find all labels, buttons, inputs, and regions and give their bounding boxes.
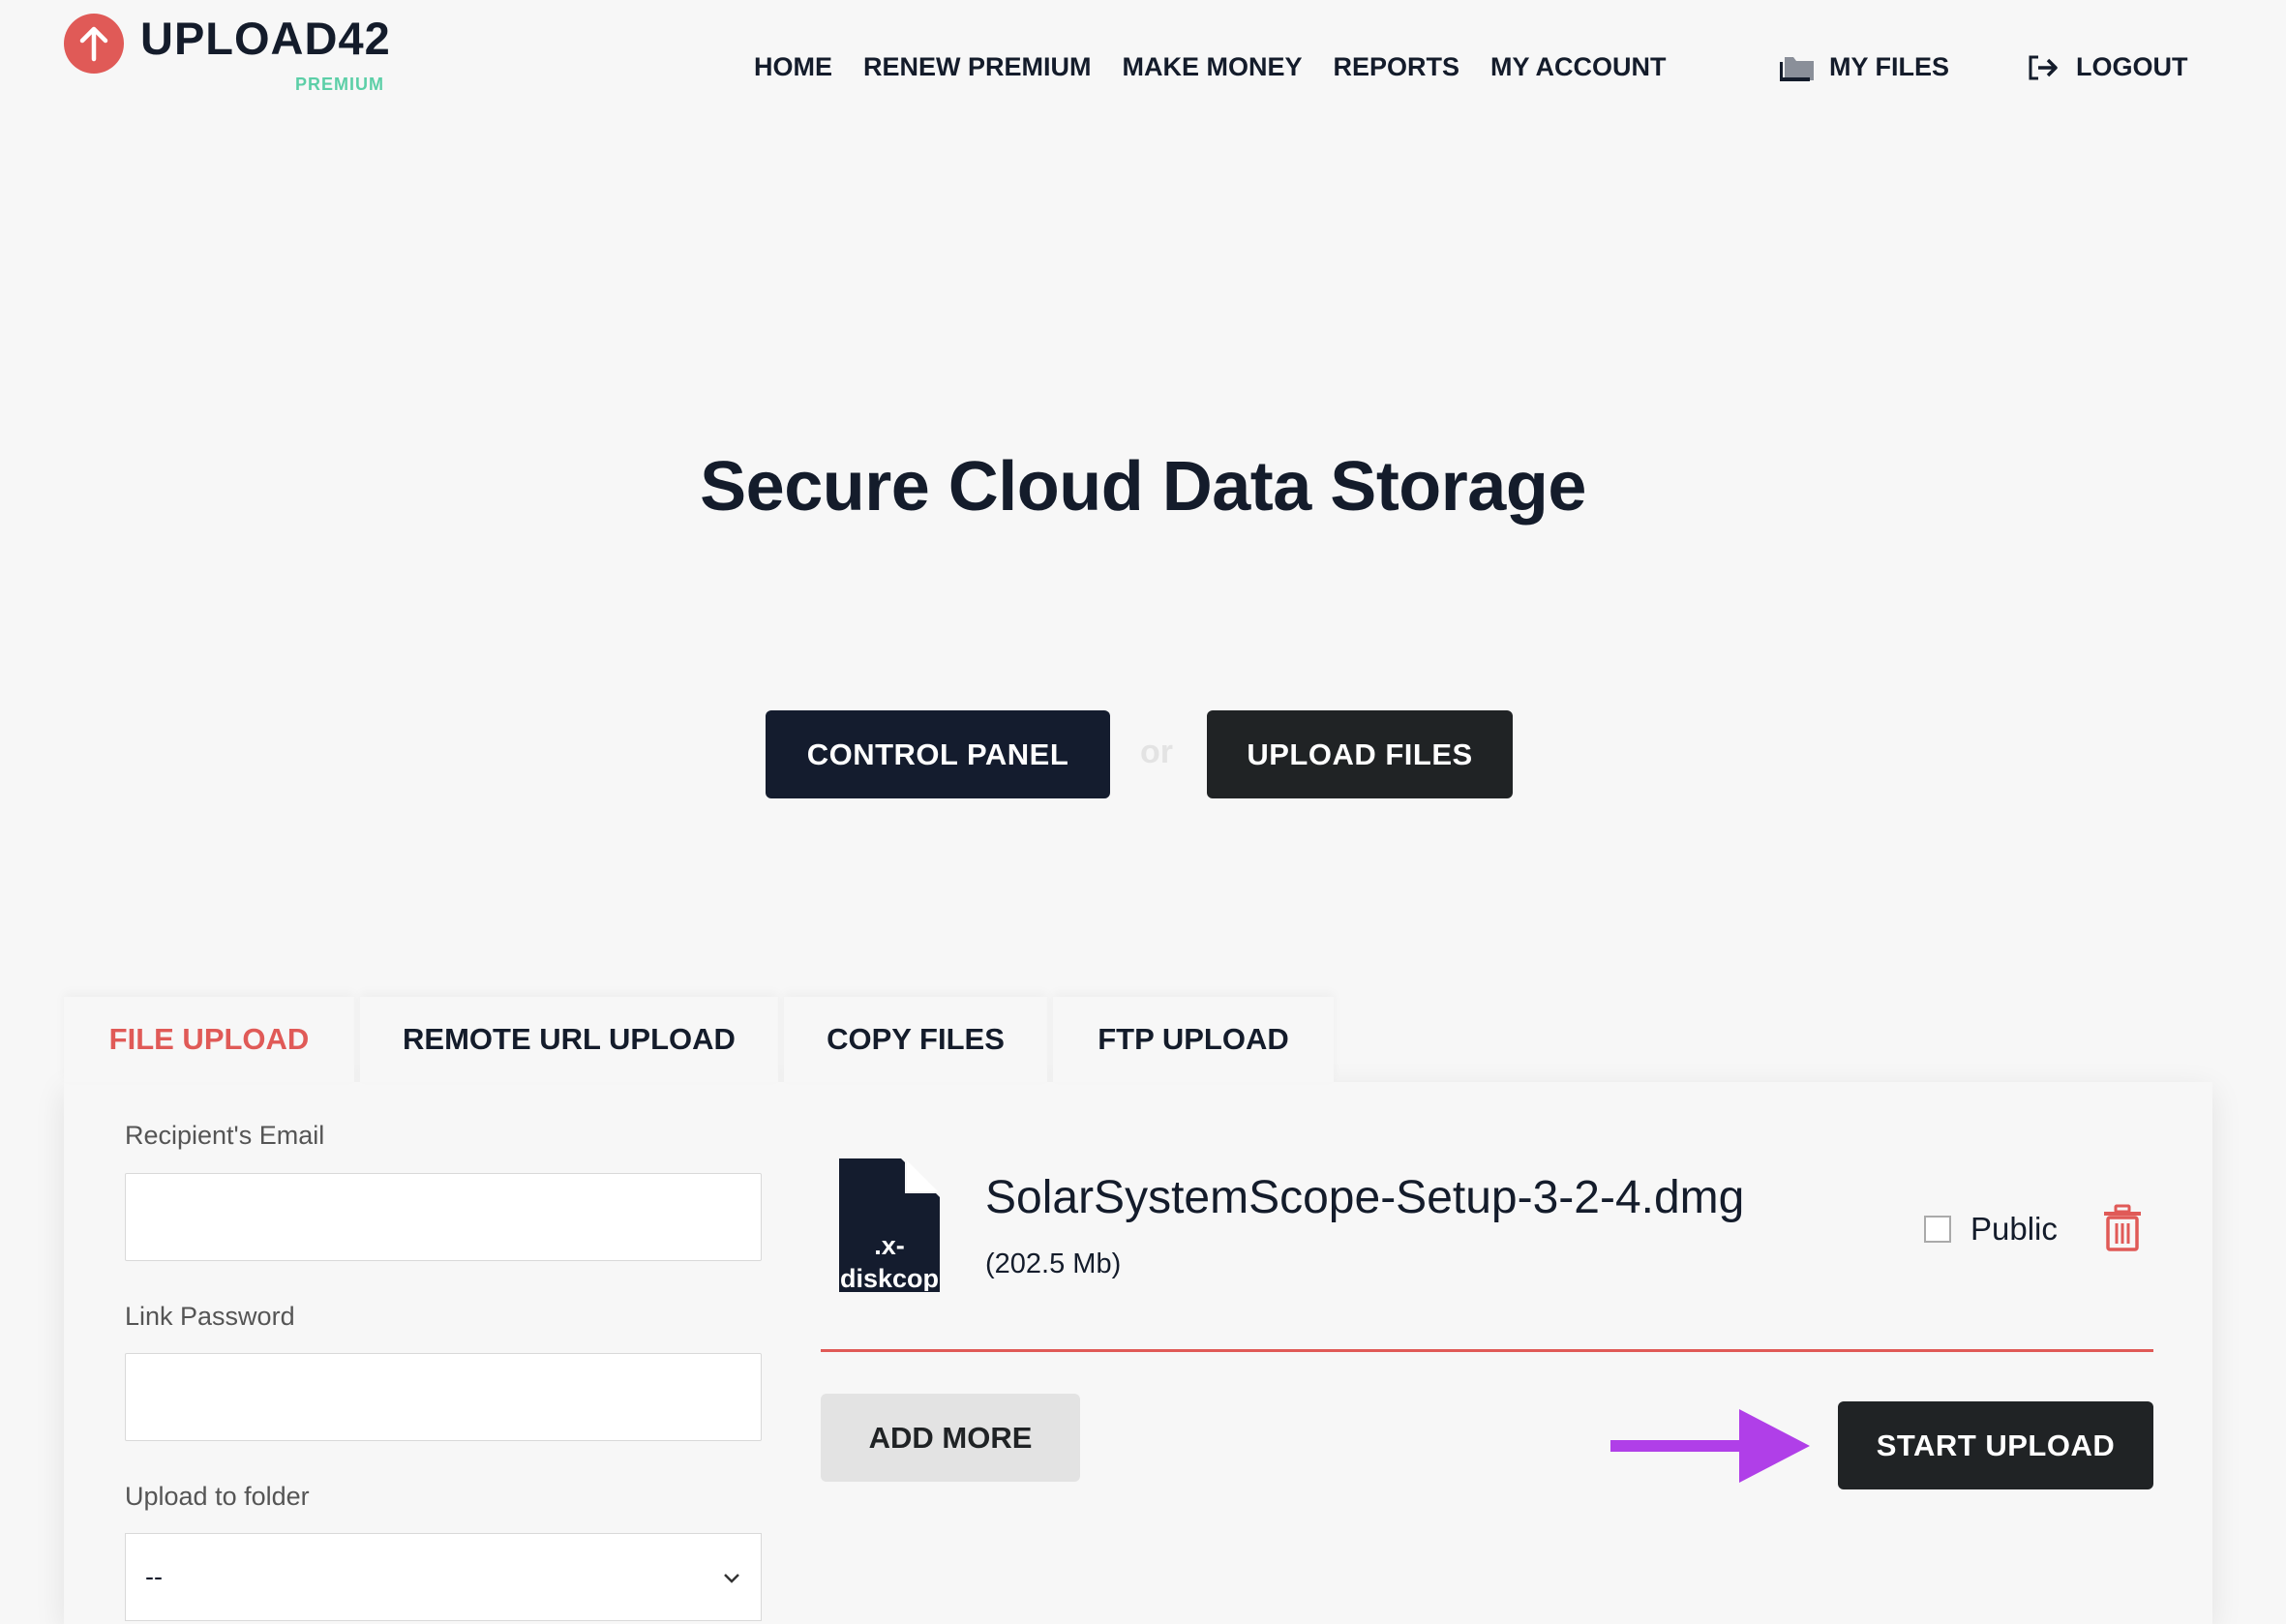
nav-home[interactable]: HOME [754,52,832,82]
logout-label: LOGOUT [2076,52,2188,81]
logout-link[interactable]: LOGOUT [2028,52,2188,82]
logout-icon [2029,55,2058,79]
tab-remote-url-upload[interactable]: REMOTE URL UPLOAD [360,997,778,1082]
upload-tabs: FILE UPLOAD REMOTE URL UPLOAD COPY FILES… [64,997,1334,1082]
logo-text[interactable]: UPLOAD42 [140,12,391,65]
public-label[interactable]: Public [1970,1211,2058,1248]
nav-renew-premium[interactable]: RENEW PREMIUM [863,52,1092,82]
tab-ftp-upload[interactable]: FTP UPLOAD [1053,997,1334,1082]
link-password-input[interactable] [125,1353,762,1441]
upload-folder-select[interactable]: -- [125,1533,762,1621]
folder-icon [1780,56,1814,81]
premium-badge: PREMIUM [295,75,384,94]
main-nav: HOME RENEW PREMIUM MAKE MONEY REPORTS MY… [754,52,1667,82]
control-panel-button[interactable]: CONTROL PANEL [766,710,1110,798]
recipient-email-input[interactable] [125,1173,762,1261]
file-name: SolarSystemScope-Setup-3-2-4.dmg [985,1172,1745,1223]
my-files-label: MY FILES [1829,52,1950,81]
folder-select-value: -- [145,1562,163,1591]
my-files-link[interactable]: MY FILES [1779,52,1949,82]
hero-title: Secure Cloud Data Storage [700,448,1586,526]
upload-progress-line [821,1349,2153,1352]
add-more-button[interactable]: ADD MORE [821,1394,1080,1482]
file-extension-label: .x-diskcop [839,1231,940,1291]
arrow-annotation-icon [1610,1409,1810,1483]
tab-copy-files[interactable]: COPY FILES [784,997,1047,1082]
link-password-label: Link Password [125,1302,295,1331]
tab-file-upload[interactable]: FILE UPLOAD [64,997,354,1082]
public-checkbox[interactable] [1924,1216,1951,1243]
nav-make-money[interactable]: MAKE MONEY [1123,52,1303,82]
upload-folder-label: Upload to folder [125,1482,310,1511]
start-upload-button[interactable]: START UPLOAD [1838,1401,2153,1489]
nav-my-account[interactable]: MY ACCOUNT [1490,52,1667,82]
chevron-down-icon [724,1573,739,1583]
upload-files-button[interactable]: UPLOAD FILES [1207,710,1513,798]
recipient-email-label: Recipient's Email [125,1121,325,1150]
upload-logo-icon [64,14,124,74]
or-separator: or [1140,734,1173,770]
nav-reports[interactable]: REPORTS [1334,52,1460,82]
file-size: (202.5 Mb) [985,1248,1122,1279]
trash-icon[interactable] [2102,1204,2143,1252]
